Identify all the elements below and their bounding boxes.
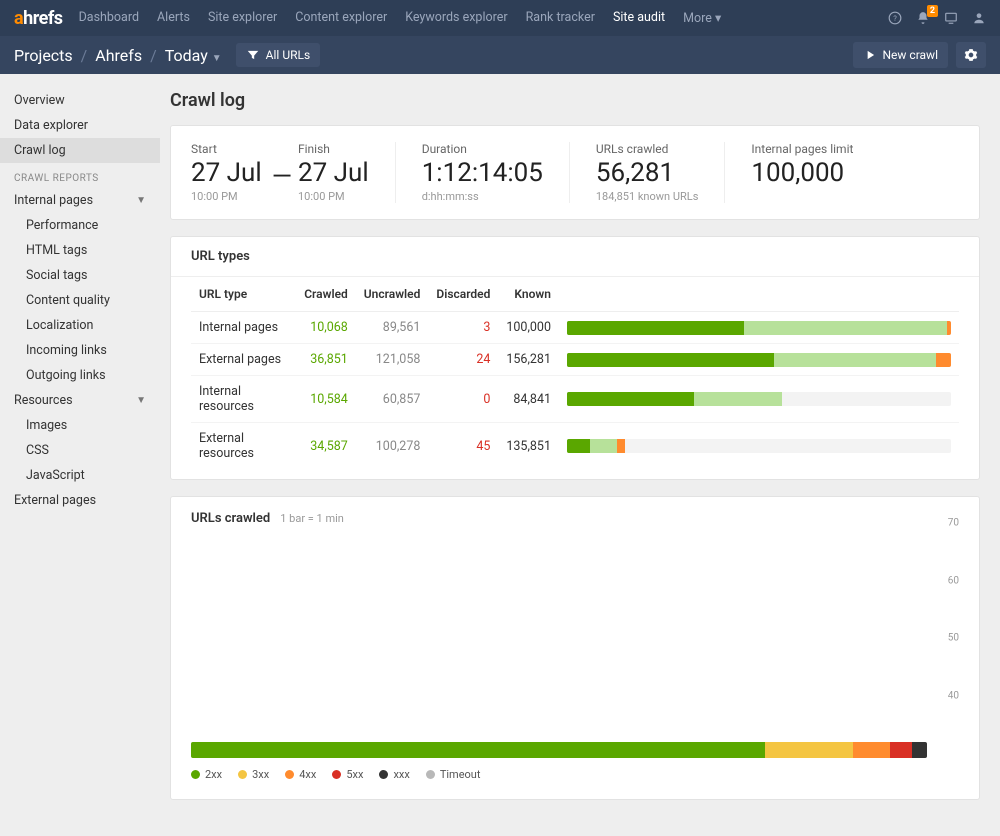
sidebar-item-html-tags[interactable]: HTML tags [0, 238, 160, 263]
topnav-items: Dashboard Alerts Site explorer Content expl… [79, 10, 722, 26]
chart-subtitle: 1 bar = 1 min [280, 512, 344, 525]
sidebar-heading-crawl-reports: CRAWL REPORTS [0, 163, 160, 188]
breadcrumb-date[interactable]: Today ▼ [165, 46, 222, 65]
nav-item-site-explorer[interactable]: Site explorer [208, 10, 277, 26]
breadcrumb: Projects / Ahrefs / Today ▼ [14, 46, 222, 65]
col-type: URL type [191, 277, 296, 312]
start-value: 27 Jul [191, 158, 262, 188]
duration-value: 1:12:14:05 [422, 158, 543, 188]
url-types-table: URL type Crawled Uncrawled Discarded Kno… [191, 277, 959, 469]
page-title: Crawl log [170, 90, 980, 111]
sidebar-item-internal-pages[interactable]: Internal pages▼ [0, 188, 160, 213]
breadcrumb-projects[interactable]: Projects [14, 46, 73, 65]
summary-card: Start 27 Jul 10:00 PM — Finish 27 Jul 10… [170, 125, 980, 220]
sidebar-item-localization[interactable]: Localization [0, 313, 160, 338]
breadcrumb-project[interactable]: Ahrefs [95, 46, 142, 65]
sidebar-item-crawl-log[interactable]: Crawl log [0, 138, 160, 163]
start-sub: 10:00 PM [191, 190, 262, 203]
sidebar-item-social-tags[interactable]: Social tags [0, 263, 160, 288]
sidebar-item-outgoing-links[interactable]: Outgoing links [0, 363, 160, 388]
col-crawled: Crawled [296, 277, 356, 312]
main-content: Crawl log Start 27 Jul 10:00 PM — Finish… [160, 74, 1000, 836]
table-row: External resources34,587100,27845135,851 [191, 423, 959, 470]
urls-crawled-chart: 40506070 [191, 534, 959, 730]
url-types-card: URL types URL type Crawled Uncrawled Dis… [170, 236, 980, 480]
urls-crawled-sub: 184,851 known URLs [596, 190, 699, 203]
nav-item-dashboard[interactable]: Dashboard [79, 10, 139, 26]
finish-sub: 10:00 PM [298, 190, 369, 203]
col-uncrawled: Uncrawled [356, 277, 429, 312]
user-icon[interactable] [972, 11, 986, 26]
legend-item-timeout[interactable]: Timeout [426, 768, 481, 781]
sidebar-item-javascript[interactable]: JavaScript [0, 463, 160, 488]
help-icon[interactable]: ? [888, 11, 902, 26]
limit-value: 100,000 [751, 158, 853, 188]
play-icon [863, 48, 877, 62]
sidebar-item-incoming-links[interactable]: Incoming links [0, 338, 160, 363]
urls-crawled-label: URLs crawled [596, 142, 699, 156]
svg-text:?: ? [893, 14, 897, 23]
y-tick: 70 [948, 518, 959, 529]
urls-crawled-value: 56,281 [596, 158, 699, 188]
nav-item-keywords-explorer[interactable]: Keywords explorer [405, 10, 507, 26]
y-tick: 40 [948, 690, 959, 701]
limit-label: Internal pages limit [751, 142, 853, 156]
nav-item-content-explorer[interactable]: Content explorer [295, 10, 387, 26]
sidebar: OverviewData explorerCrawl log CRAWL REP… [0, 74, 160, 836]
table-row: External pages36,851121,05824156,281 [191, 344, 959, 376]
col-known: Known [498, 277, 559, 312]
duration-sub: d:hh:mm:ss [422, 190, 543, 203]
finish-value: 27 Jul [298, 158, 369, 188]
settings-button[interactable] [956, 42, 986, 68]
sub-header: Projects / Ahrefs / Today ▼ All URLs New… [0, 36, 1000, 74]
sidebar-item-content-quality[interactable]: Content quality [0, 288, 160, 313]
sidebar-item-data-explorer[interactable]: Data explorer [0, 113, 160, 138]
table-row: Internal pages10,06889,5613100,000 [191, 312, 959, 344]
urls-crawled-card: URLs crawled 1 bar = 1 min 40 50 60 70 2xx 3… [170, 496, 980, 800]
legend-item-4xx[interactable]: 4xx [285, 768, 316, 781]
chart-title: URLs crawled [191, 511, 270, 526]
screen-icon[interactable] [944, 11, 958, 26]
sidebar-item-external-pages[interactable]: External pages [0, 488, 160, 513]
sidebar-item-css[interactable]: CSS [0, 438, 160, 463]
col-discarded: Discarded [428, 277, 498, 312]
sidebar-item-performance[interactable]: Performance [0, 213, 160, 238]
url-types-title: URL types [171, 237, 979, 277]
top-nav: ahrefs Dashboard Alerts Site explorer Conte… [0, 0, 1000, 36]
y-tick: 60 [948, 575, 959, 586]
table-row: Internal resources10,58460,857084,841 [191, 376, 959, 423]
legend-item-3xx[interactable]: 3xx [238, 768, 269, 781]
new-crawl-button[interactable]: New crawl [853, 42, 949, 68]
nav-item-site-audit[interactable]: Site audit [613, 10, 665, 26]
duration-label: Duration [422, 142, 543, 156]
filter-urls-button[interactable]: All URLs [236, 43, 320, 67]
nav-item-alerts[interactable]: Alerts [157, 10, 190, 26]
overview-bar [191, 742, 927, 758]
logo[interactable]: ahrefs [14, 8, 63, 29]
finish-label: Finish [298, 142, 369, 156]
filter-icon [246, 48, 260, 62]
sidebar-item-images[interactable]: Images [0, 413, 160, 438]
legend-item-xxx[interactable]: xxx [379, 768, 409, 781]
start-label: Start [191, 142, 262, 156]
nav-item-more[interactable]: More ▾ [683, 10, 721, 26]
y-tick: 50 [948, 633, 959, 644]
chart-legend: 2xx 3xx 4xx 5xx xxx Timeout [191, 768, 959, 785]
legend-item-2xx[interactable]: 2xx [191, 768, 222, 781]
sidebar-item-overview[interactable]: Overview [0, 88, 160, 113]
gear-icon [964, 48, 978, 62]
sidebar-item-resources[interactable]: Resources▼ [0, 388, 160, 413]
legend-item-5xx[interactable]: 5xx [332, 768, 363, 781]
notif-badge: 2 [927, 5, 938, 17]
bell-icon[interactable]: 2 [916, 11, 930, 26]
nav-item-rank-tracker[interactable]: Rank tracker [526, 10, 595, 26]
